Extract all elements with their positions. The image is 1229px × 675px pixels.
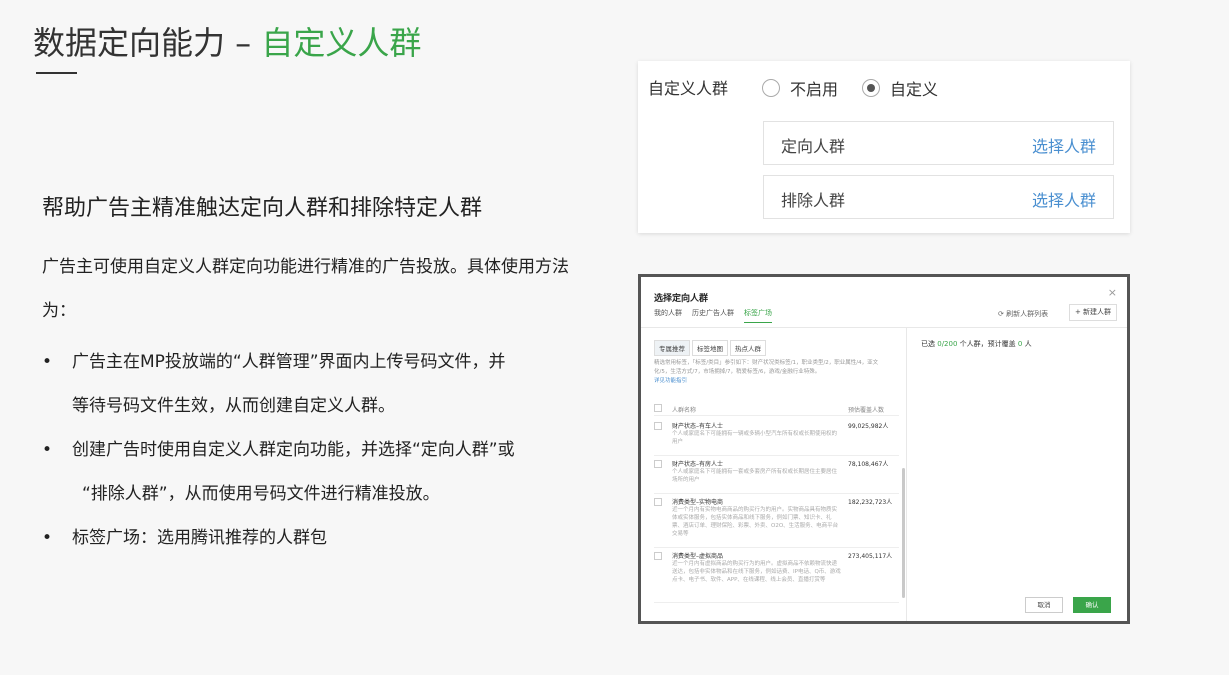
col-coverage: 预估覆盖人数 [848,407,885,414]
confirm-button[interactable]: 确认 [1073,597,1111,613]
target-audience-select-link[interactable]: 选择人群 [1032,133,1096,157]
target-audience-label: 定向人群 [781,137,846,156]
intro-paragraph: 广告主可使用自定义人群定向功能进行精准的广告投放。具体使用方法为： [42,257,569,321]
bullet-item: • 广告主在MP投放端的“人群管理”界面内上传号码文件，并 等待号码文件生效，从… [42,340,602,428]
page-title: 数据定向能力 – 自定义人群 [33,18,421,64]
tag-description-text: 精选常用标签，「标签/类目」参引如下：财产状况类标签/1，职业类型/2，职业属性… [654,360,879,375]
bullet-dot: • [42,352,53,372]
custom-audience-panel: 自定义人群 不启用 自定义 定向人群 选择人群 排除人群 选择人群 [638,61,1130,233]
col-audience-name: 人群名称 [672,407,697,414]
row-checkbox[interactable] [654,552,662,560]
row-desc: 个人或家庭名下可能拥有一套或多套房产所有权或长期居住主要居住场所的用户 [672,469,838,483]
select-audience-screenshot: 选择定向人群 × 我的人群 历史广告人群 标签广场 ⟳ 刷新人群列表 + 新建人… [638,274,1130,624]
bullet-item: • 创建广告时使用自定义人群定向功能，并选择“定向人群”或 “排除人群”，从而使… [42,428,602,516]
row-name: 消费类型–虚拟商品 [672,553,724,560]
tab-my-audience[interactable]: 我的人群 [654,308,682,323]
radio-selected-icon [862,79,880,97]
radio-circle-icon [762,79,780,97]
subtabs: 专属推荐 标签地图 热点人群 [654,340,768,356]
bullet-dot: • [42,528,53,548]
row-desc: 近一个月内有实物电商商品的购买行为的用户。实物商品具有物质实体或实体服务，包括实… [672,507,839,537]
target-audience-field: 定向人群 选择人群 [763,121,1114,165]
select-all-checkbox[interactable] [654,404,662,412]
tag-description: 精选常用标签，「标签/类目」参引如下：财产状况类标签/1，职业类型/2，职业属性… [654,359,894,386]
row-name: 消费类型–实物电商 [672,499,724,506]
modal-title: 选择定向人群 [654,294,709,304]
bullet-text: 广告主在MP投放端的“人群管理”界面内上传号码文件，并 [72,352,506,372]
bullet-text: 标签广场：选用腾讯推荐的人群包 [72,528,327,548]
row-checkbox[interactable] [654,460,662,468]
table-row[interactable]: 财产状态–有车人士 99,025,982人 个人或家庭名下可能拥有一辆或多辆小型… [654,418,899,456]
exclude-audience-label: 排除人群 [781,191,846,210]
custom-audience-label: 自定义人群 [648,79,729,98]
page-title-accent: 自定义人群 [261,24,422,62]
bullet-item: • 标签广场：选用腾讯推荐的人群包 [42,516,602,560]
row-count: 99,025,982人 [848,423,889,430]
bullet-text-cont: 等待号码文件生效，从而创建自定义人群。 [72,396,395,416]
new-audience-button[interactable]: + 新建人群 [1069,304,1117,321]
selection-suffix: 人 [1022,340,1032,348]
row-count: 273,405,117人 [848,553,893,560]
selection-prefix: 已选 [921,340,938,348]
select-audience-modal: 选择定向人群 × 我的人群 历史广告人群 标签广场 ⟳ 刷新人群列表 + 新建人… [641,277,1127,621]
close-icon[interactable]: × [1108,286,1117,299]
row-name: 财产状态–有房人士 [672,461,724,468]
table-row[interactable]: 消费类型–虚拟商品 273,405,117人 近一个月内有虚拟商品的购买行为的用… [654,548,899,603]
row-count: 182,232,723人 [848,499,893,506]
row-desc: 个人或家庭名下可能拥有一辆或多辆小型汽车所有权或长期使用权的用户 [672,431,838,445]
table-row[interactable]: 消费类型–实物电商 182,232,723人 近一个月内有实物电商商品的购买行为… [654,494,899,548]
tab-history-audience[interactable]: 历史广告人群 [692,308,734,323]
row-desc: 近一个月内有虚拟商品的购买行为的用户。虚拟商品不依赖物流快递送达，包括非实体物品… [672,561,841,583]
table-header: 人群名称 预估覆盖人数 [654,400,899,416]
selection-mid: 个人群，预计覆盖 [957,340,1018,348]
bullet-text: 创建广告时使用自定义人群定向功能，并选择“定向人群”或 [72,440,515,460]
subtab-recommend[interactable]: 专属推荐 [654,340,690,356]
radio-disable-label: 不启用 [790,80,839,99]
bullet-text-cont: “排除人群”，从而使用号码文件进行精准投放。 [82,484,440,504]
exclude-audience-select-link[interactable]: 选择人群 [1032,187,1096,211]
audience-list-pane: 专属推荐 标签地图 热点人群 精选常用标签，「标签/类目」参引如下：财产状况类标… [641,328,907,621]
row-count: 78,108,467人 [848,461,889,468]
list-scrollbar[interactable] [902,468,905,598]
radio-custom-label: 自定义 [890,80,939,99]
tab-tag-square[interactable]: 标签广场 [744,308,772,323]
selected-count: 0/200 [937,340,958,348]
refresh-list-button[interactable]: ⟳ 刷新人群列表 [998,309,1048,319]
section-subtitle: 帮助广告主精准触达定向人群和排除特定人群 [42,196,483,221]
cancel-button[interactable]: 取消 [1025,597,1063,613]
guide-link[interactable]: 详见功能指引 [654,378,687,384]
row-checkbox[interactable] [654,498,662,506]
selection-summary: 已选 0/200 个人群，预计覆盖 0 人 [921,339,1032,349]
table-row[interactable]: 财产状态–有房人士 78,108,467人 个人或家庭名下可能拥有一套或多套房产… [654,456,899,494]
page-title-main: 数据定向能力 – [33,24,262,62]
bullet-list: • 广告主在MP投放端的“人群管理”界面内上传号码文件，并 等待号码文件生效，从… [42,340,602,560]
row-checkbox[interactable] [654,422,662,430]
title-underline [36,72,77,74]
bullet-dot: • [42,440,53,460]
radio-disable[interactable]: 不启用 [762,76,838,100]
modal-tabs: 我的人群 历史广告人群 标签广场 [654,308,782,323]
row-name: 财产状态–有车人士 [672,423,724,430]
subtab-tag-map[interactable]: 标签地图 [692,340,728,356]
subtab-hot-audience[interactable]: 热点人群 [730,340,766,356]
radio-custom[interactable]: 自定义 [862,76,938,100]
exclude-audience-field: 排除人群 选择人群 [763,175,1114,219]
